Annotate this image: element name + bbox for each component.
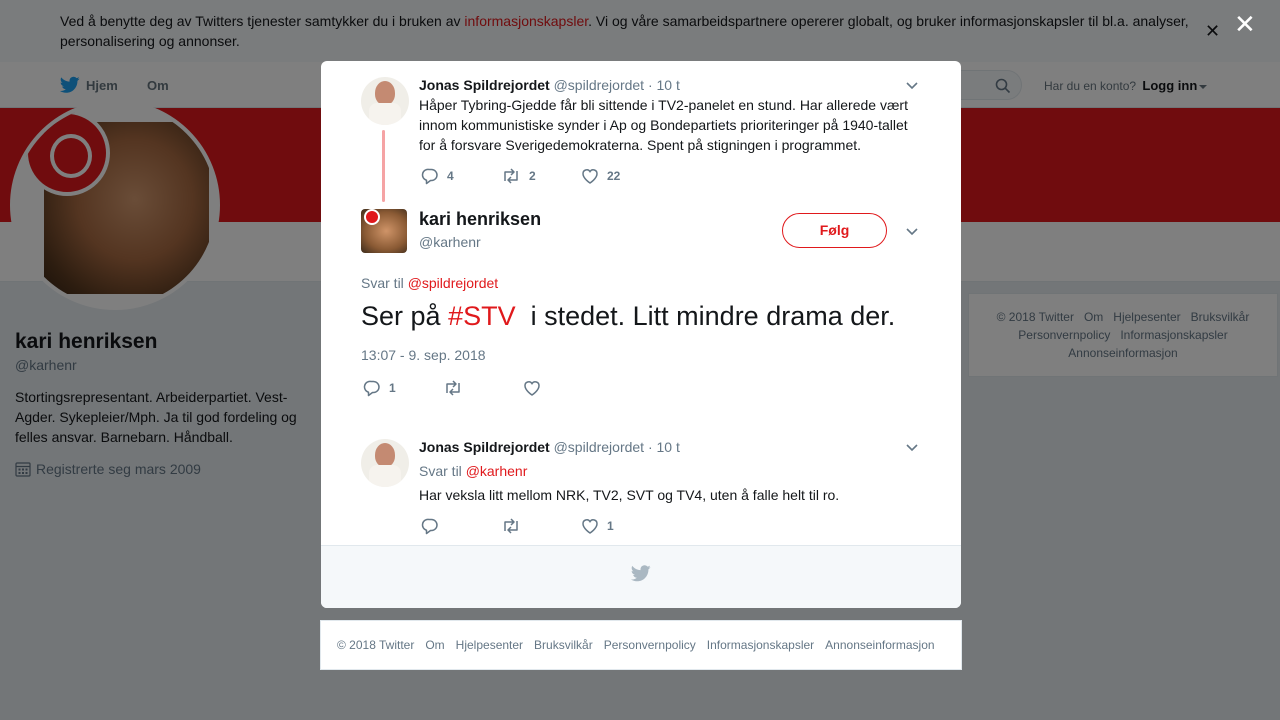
tweet-author-handle[interactable]: @spildrejordet xyxy=(554,439,644,455)
footer-privacy[interactable]: Personvernpolicy xyxy=(604,638,696,652)
tweet-author-name[interactable]: kari henriksen xyxy=(419,209,541,230)
chevron-down-icon[interactable] xyxy=(905,440,919,454)
tweet-time[interactable]: · 10 t xyxy=(648,77,680,93)
footer-about[interactable]: Om xyxy=(425,638,444,652)
tweet-author-handle[interactable]: @karhenr xyxy=(419,234,481,250)
reply-context: Svar til @karhenr xyxy=(419,463,527,479)
like-button[interactable] xyxy=(523,379,549,397)
reply-icon xyxy=(421,518,438,535)
tweet-author-name[interactable]: Jonas Spildrejordet xyxy=(419,439,550,455)
tweet-time[interactable]: · 10 t xyxy=(648,439,680,455)
like-button[interactable]: 1 xyxy=(581,517,614,535)
retweet-button[interactable] xyxy=(501,517,529,535)
reply-to-label: Svar til xyxy=(419,463,462,479)
tweet-text: Håper Tybring-Gjedde får bli sittende i … xyxy=(419,97,908,153)
tweet-timestamp[interactable]: 13:07 - 9. sep. 2018 xyxy=(361,347,486,363)
retweet-icon xyxy=(446,380,460,396)
heart-icon xyxy=(524,381,540,396)
main-tweet-text: Ser på #STV i stedet. Litt mindre drama … xyxy=(361,299,895,333)
mention-link[interactable]: @karhenr xyxy=(466,463,528,479)
reply-count: 1 xyxy=(389,381,396,395)
like-button[interactable]: 22 xyxy=(581,167,620,185)
reply-icon xyxy=(421,168,438,185)
retweet-icon xyxy=(504,168,518,184)
tweet-text: Har veksla litt mellom NRK, TV2, SVT og … xyxy=(419,487,840,503)
tweet-author-name[interactable]: Jonas Spildrejordet xyxy=(419,77,550,93)
footer-terms[interactable]: Bruksvilkår xyxy=(534,638,593,652)
retweet-button[interactable] xyxy=(443,379,471,397)
reply-to-label: Svar til xyxy=(361,275,404,291)
chevron-down-icon[interactable] xyxy=(905,224,919,238)
avatar[interactable] xyxy=(361,209,407,253)
bottom-footer: © 2018 Twitter Om Hjelpesenter Bruksvilk… xyxy=(320,620,962,670)
tweet-author-handle[interactable]: @spildrejordet xyxy=(554,77,644,93)
tweet-text-part: Ser på xyxy=(361,301,449,331)
avatar[interactable] xyxy=(361,77,409,125)
footer-copyright: © 2018 Twitter xyxy=(337,638,415,652)
like-count: 1 xyxy=(607,519,614,533)
reply-icon xyxy=(363,380,380,397)
modal-footer xyxy=(321,545,961,608)
tweet-header: Jonas Spildrejordet @spildrejordet · 10 … xyxy=(419,77,680,93)
retweet-button[interactable]: 2 xyxy=(501,167,536,185)
hashtag-link[interactable]: #STV xyxy=(448,301,516,331)
footer-cookies[interactable]: Informasjonskapsler xyxy=(707,638,814,652)
heart-icon xyxy=(582,169,598,184)
reply-count: 4 xyxy=(447,169,454,183)
like-count: 22 xyxy=(607,169,621,183)
heart-icon xyxy=(582,519,598,534)
chevron-down-icon[interactable] xyxy=(905,78,919,92)
footer-help[interactable]: Hjelpesenter xyxy=(456,638,523,652)
retweet-count: 2 xyxy=(529,169,536,183)
reply-button[interactable] xyxy=(421,517,447,535)
footer-ads[interactable]: Annonseinformasjon xyxy=(825,638,934,652)
rose-logo-icon xyxy=(364,209,380,225)
avatar[interactable] xyxy=(361,439,409,487)
follow-button[interactable]: Følg xyxy=(782,213,887,248)
mention-link[interactable]: @spildrejordet xyxy=(408,275,498,291)
tweet-text-part: i stedet. Litt mindre drama der. xyxy=(515,301,896,331)
twitter-bird-icon xyxy=(631,565,651,582)
thread-connector-line xyxy=(382,130,385,202)
reply-button[interactable]: 4 xyxy=(421,167,454,185)
reply-context: Svar til @spildrejordet xyxy=(361,275,498,291)
tweet-header: Jonas Spildrejordet @spildrejordet · 10 … xyxy=(419,439,680,455)
close-icon[interactable]: ✕ xyxy=(1234,11,1256,37)
retweet-icon xyxy=(504,518,518,534)
reply-button[interactable]: 1 xyxy=(363,379,396,397)
